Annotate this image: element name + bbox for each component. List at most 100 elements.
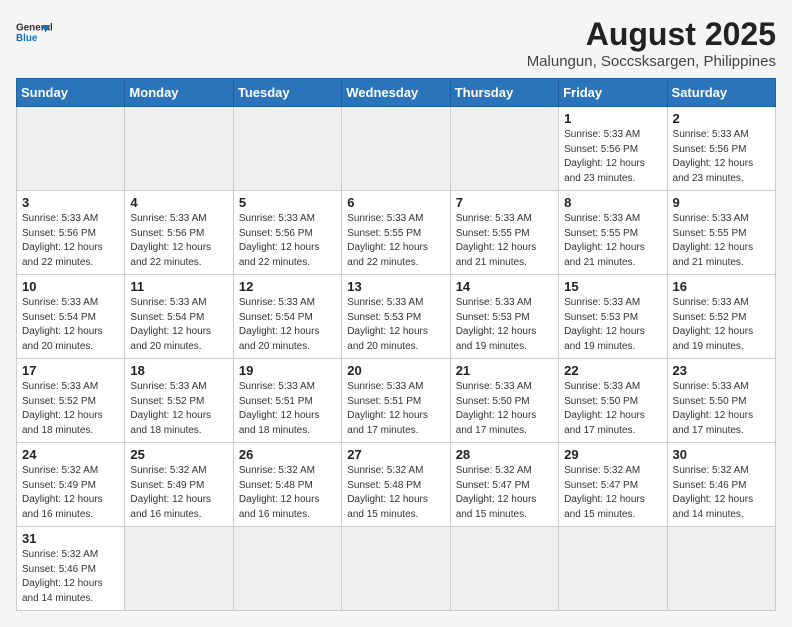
day-info: Sunrise: 5:33 AM Sunset: 5:53 PM Dayligh… xyxy=(456,296,553,354)
calendar-cell xyxy=(125,107,233,191)
day-info: Sunrise: 5:33 AM Sunset: 5:50 PM Dayligh… xyxy=(673,380,770,438)
calendar-cell: 29 Sunrise: 5:32 AM Sunset: 5:47 PM Dayli… xyxy=(559,443,667,527)
page-header: General Blue August 2025 Malungun, Soccs… xyxy=(16,16,776,70)
calendar-cell: 17 Sunrise: 5:33 AM Sunset: 5:52 PM Dayli… xyxy=(17,359,125,443)
day-number: 30 xyxy=(673,447,770,462)
calendar-week-2: 3Sunrise: 5:33 AM Sunset: 5:56 PM Daylig… xyxy=(17,191,776,275)
day-info: Sunrise: 5:32 AM Sunset: 5:46 PM Dayligh… xyxy=(673,464,770,522)
day-info: Sunrise: 5:33 AM Sunset: 5:53 PM Dayligh… xyxy=(564,296,661,354)
day-info: Sunrise: 5:33 AM Sunset: 5:52 PM Dayligh… xyxy=(130,380,227,438)
calendar-cell: 31Sunrise: 5:32 AM Sunset: 5:46 PM Dayli… xyxy=(17,527,125,611)
day-info: Sunrise: 5:32 AM Sunset: 5:48 PM Dayligh… xyxy=(239,464,336,522)
calendar-cell: 18 Sunrise: 5:33 AM Sunset: 5:52 PM Dayli… xyxy=(125,359,233,443)
calendar-cell: 2 Sunrise: 5:33 AM Sunset: 5:56 PM Daylig… xyxy=(667,107,775,191)
calendar-cell xyxy=(342,527,450,611)
calendar-cell: 24Sunrise: 5:32 AM Sunset: 5:49 PM Dayli… xyxy=(17,443,125,527)
day-number: 22 xyxy=(564,363,661,378)
calendar-cell xyxy=(667,527,775,611)
calendar-week-6: 31Sunrise: 5:32 AM Sunset: 5:46 PM Dayli… xyxy=(17,527,776,611)
col-header-wednesday: Wednesday xyxy=(342,79,450,107)
col-header-monday: Monday xyxy=(125,79,233,107)
day-info: Sunrise: 5:33 AM Sunset: 5:54 PM Dayligh… xyxy=(239,296,336,354)
calendar-cell: 26 Sunrise: 5:32 AM Sunset: 5:48 PM Dayli… xyxy=(233,443,341,527)
day-number: 6 xyxy=(347,195,444,210)
day-info: Sunrise: 5:33 AM Sunset: 5:56 PM Dayligh… xyxy=(673,128,770,186)
day-number: 8 xyxy=(564,195,661,210)
svg-text:Blue: Blue xyxy=(16,33,38,44)
calendar-cell: 16Sunrise: 5:33 AM Sunset: 5:52 PM Dayli… xyxy=(667,275,775,359)
calendar-cell xyxy=(125,527,233,611)
day-info: Sunrise: 5:33 AM Sunset: 5:51 PM Dayligh… xyxy=(239,380,336,438)
day-number: 11 xyxy=(130,279,227,294)
day-number: 29 xyxy=(564,447,661,462)
calendar-cell: 4Sunrise: 5:33 AM Sunset: 5:56 PM Daylig… xyxy=(125,191,233,275)
day-info: Sunrise: 5:32 AM Sunset: 5:47 PM Dayligh… xyxy=(564,464,661,522)
calendar-cell: 3Sunrise: 5:33 AM Sunset: 5:56 PM Daylig… xyxy=(17,191,125,275)
calendar-cell: 30 Sunrise: 5:32 AM Sunset: 5:46 PM Dayli… xyxy=(667,443,775,527)
day-info: Sunrise: 5:33 AM Sunset: 5:53 PM Dayligh… xyxy=(347,296,444,354)
day-info: Sunrise: 5:33 AM Sunset: 5:52 PM Dayligh… xyxy=(22,380,119,438)
title-block: August 2025 Malungun, Soccsksargen, Phil… xyxy=(527,16,776,70)
day-number: 1 xyxy=(564,111,661,126)
day-info: Sunrise: 5:33 AM Sunset: 5:56 PM Dayligh… xyxy=(130,212,227,270)
day-info: Sunrise: 5:32 AM Sunset: 5:49 PM Dayligh… xyxy=(130,464,227,522)
day-number: 14 xyxy=(456,279,553,294)
day-info: Sunrise: 5:33 AM Sunset: 5:50 PM Dayligh… xyxy=(456,380,553,438)
day-number: 2 xyxy=(673,111,770,126)
day-number: 17 xyxy=(22,363,119,378)
day-info: Sunrise: 5:33 AM Sunset: 5:54 PM Dayligh… xyxy=(22,296,119,354)
day-number: 26 xyxy=(239,447,336,462)
calendar-cell: 9 Sunrise: 5:33 AM Sunset: 5:55 PM Daylig… xyxy=(667,191,775,275)
col-header-friday: Friday xyxy=(559,79,667,107)
calendar-table: SundayMondayTuesdayWednesdayThursdayFrid… xyxy=(16,78,776,611)
calendar-cell: 5 Sunrise: 5:33 AM Sunset: 5:56 PM Daylig… xyxy=(233,191,341,275)
calendar-cell: 10Sunrise: 5:33 AM Sunset: 5:54 PM Dayli… xyxy=(17,275,125,359)
calendar-cell xyxy=(233,107,341,191)
day-number: 19 xyxy=(239,363,336,378)
day-number: 20 xyxy=(347,363,444,378)
day-number: 12 xyxy=(239,279,336,294)
day-info: Sunrise: 5:33 AM Sunset: 5:55 PM Dayligh… xyxy=(456,212,553,270)
calendar-cell: 15 Sunrise: 5:33 AM Sunset: 5:53 PM Dayli… xyxy=(559,275,667,359)
day-number: 24 xyxy=(22,447,119,462)
generalblue-logo-icon: General Blue xyxy=(16,16,52,52)
calendar-week-1: 1 Sunrise: 5:33 AM Sunset: 5:56 PM Daylig… xyxy=(17,107,776,191)
day-info: Sunrise: 5:33 AM Sunset: 5:55 PM Dayligh… xyxy=(673,212,770,270)
day-number: 16 xyxy=(673,279,770,294)
calendar-cell xyxy=(17,107,125,191)
day-number: 21 xyxy=(456,363,553,378)
day-number: 9 xyxy=(673,195,770,210)
calendar-cell: 13Sunrise: 5:33 AM Sunset: 5:53 PM Dayli… xyxy=(342,275,450,359)
day-number: 18 xyxy=(130,363,227,378)
calendar-cell: 28Sunrise: 5:32 AM Sunset: 5:47 PM Dayli… xyxy=(450,443,558,527)
col-header-thursday: Thursday xyxy=(450,79,558,107)
day-number: 7 xyxy=(456,195,553,210)
calendar-cell: 6Sunrise: 5:33 AM Sunset: 5:55 PM Daylig… xyxy=(342,191,450,275)
calendar-cell xyxy=(233,527,341,611)
day-number: 25 xyxy=(130,447,227,462)
day-info: Sunrise: 5:32 AM Sunset: 5:48 PM Dayligh… xyxy=(347,464,444,522)
day-number: 15 xyxy=(564,279,661,294)
calendar-cell xyxy=(559,527,667,611)
calendar-cell: 20 Sunrise: 5:33 AM Sunset: 5:51 PM Dayli… xyxy=(342,359,450,443)
calendar-cell xyxy=(450,107,558,191)
calendar-cell: 27Sunrise: 5:32 AM Sunset: 5:48 PM Dayli… xyxy=(342,443,450,527)
day-info: Sunrise: 5:33 AM Sunset: 5:56 PM Dayligh… xyxy=(564,128,661,186)
calendar-cell: 11 Sunrise: 5:33 AM Sunset: 5:54 PM Dayli… xyxy=(125,275,233,359)
calendar-week-3: 10Sunrise: 5:33 AM Sunset: 5:54 PM Dayli… xyxy=(17,275,776,359)
day-number: 5 xyxy=(239,195,336,210)
calendar-cell: 23Sunrise: 5:33 AM Sunset: 5:50 PM Dayli… xyxy=(667,359,775,443)
calendar-week-5: 24 Sunrise: 5:32 AM Sunset: 5:49 PM Dayli… xyxy=(17,443,776,527)
calendar-week-4: 17 Sunrise: 5:33 AM Sunset: 5:52 PM Dayli… xyxy=(17,359,776,443)
calendar-cell: 21 Sunrise: 5:33 AM Sunset: 5:50 PM Dayli… xyxy=(450,359,558,443)
logo: General Blue xyxy=(16,16,52,52)
col-header-sunday: Sunday xyxy=(17,79,125,107)
calendar-cell: 25 Sunrise: 5:32 AM Sunset: 5:49 PM Dayli… xyxy=(125,443,233,527)
day-info: Sunrise: 5:33 AM Sunset: 5:56 PM Dayligh… xyxy=(22,212,119,270)
calendar-cell: 8Sunrise: 5:33 AM Sunset: 5:55 PM Daylig… xyxy=(559,191,667,275)
day-info: Sunrise: 5:33 AM Sunset: 5:56 PM Dayligh… xyxy=(239,212,336,270)
day-info: Sunrise: 5:33 AM Sunset: 5:54 PM Dayligh… xyxy=(130,296,227,354)
day-info: Sunrise: 5:33 AM Sunset: 5:51 PM Dayligh… xyxy=(347,380,444,438)
calendar-cell xyxy=(342,107,450,191)
col-header-saturday: Saturday xyxy=(667,79,775,107)
